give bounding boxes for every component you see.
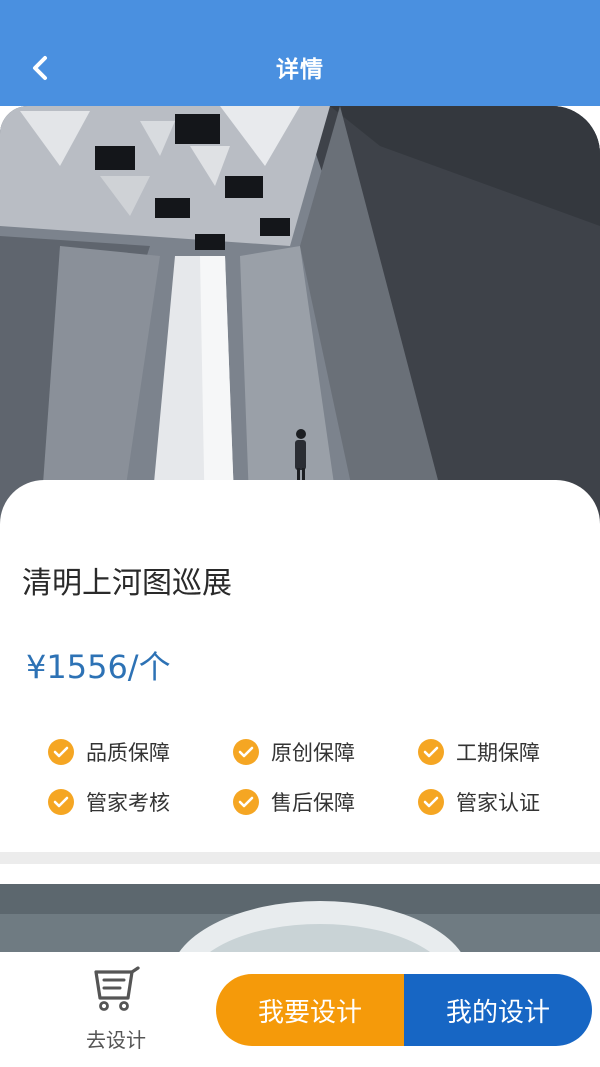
my-design-button[interactable]: 我的设计 xyxy=(404,974,592,1046)
guarantee-label: 管家认证 xyxy=(456,791,540,815)
check-circle-icon xyxy=(418,739,444,765)
guarantee-label: 品质保障 xyxy=(86,741,170,765)
guarantee-label: 管家考核 xyxy=(86,791,170,815)
guarantee-label: 原创保障 xyxy=(271,741,355,765)
guarantee-label: 工期保障 xyxy=(456,741,540,765)
product-price: ¥1556/个 xyxy=(26,648,171,686)
go-design-label: 去设计 xyxy=(86,1028,146,1052)
want-design-button[interactable]: 我要设计 xyxy=(216,974,404,1046)
check-circle-icon xyxy=(48,789,74,815)
guarantee-label: 售后保障 xyxy=(271,791,355,815)
check-circle-icon xyxy=(233,739,259,765)
page-title: 详情 xyxy=(276,57,324,83)
guarantee-item: 售后保障 xyxy=(233,788,418,816)
product-image xyxy=(0,106,600,526)
product-title: 清明上河图巡展 xyxy=(22,566,232,601)
check-circle-icon xyxy=(418,789,444,815)
go-design-button[interactable]: 去设计 xyxy=(70,966,162,1056)
guarantee-item: 工期保障 xyxy=(418,738,588,766)
section-divider xyxy=(0,852,600,864)
bottom-action-bar: 去设计 我要设计 我的设计 xyxy=(0,952,600,1067)
top-bar: 详情 xyxy=(0,0,600,106)
check-circle-icon xyxy=(233,789,259,815)
guarantee-item: 原创保障 xyxy=(233,738,418,766)
design-buttons: 我要设计 我的设计 xyxy=(216,974,592,1046)
cart-icon xyxy=(90,966,142,1016)
guarantee-item: 品质保障 xyxy=(48,738,233,766)
product-info-card: 清明上河图巡展 ¥1556/个 品质保障 原创保障 工期保障 管家考核 售后保障… xyxy=(0,480,600,852)
guarantee-item: 管家认证 xyxy=(418,788,588,816)
guarantee-list: 品质保障 原创保障 工期保障 管家考核 售后保障 管家认证 xyxy=(48,738,588,816)
check-circle-icon xyxy=(48,739,74,765)
guarantee-item: 管家考核 xyxy=(48,788,233,816)
